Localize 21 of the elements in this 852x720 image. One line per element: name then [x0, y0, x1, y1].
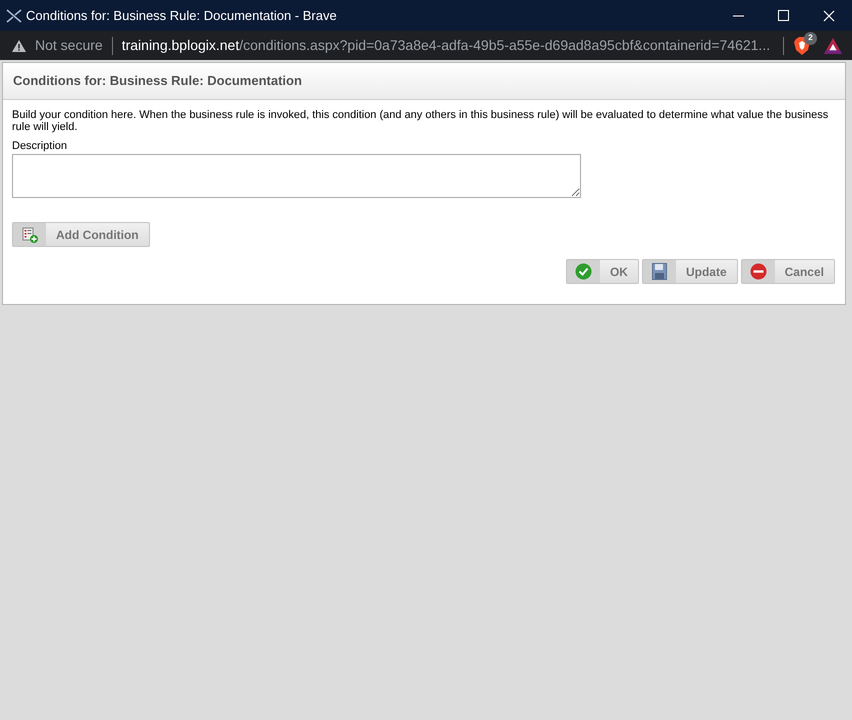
dialog-title: Conditions for: Business Rule: Documentation	[13, 72, 302, 90]
add-condition-button[interactable]: Add Condition	[12, 222, 150, 247]
warning-icon[interactable]	[12, 40, 26, 52]
cancel-button[interactable]: Cancel	[740, 259, 835, 284]
app-icon	[6, 8, 22, 22]
intro-text: Build your condition here. When the business rule is invoked, this condition (and any others in this business rule) will be evaluated to determine what value the business rule will yield.	[12, 109, 830, 133]
triangle-icon[interactable]	[824, 38, 842, 54]
ok-button[interactable]: OK	[566, 259, 639, 284]
description-field[interactable]	[12, 154, 581, 198]
field-label: Description	[12, 139, 68, 153]
minimize-icon[interactable]	[733, 14, 745, 16]
list-add-icon	[22, 226, 38, 242]
url-text[interactable]: training.bplogix.net/conditions.aspx?pid=0a73a8e4-adfa-49b5-a55e-d69ad8a95cbf&containerid=74621...	[122, 35, 770, 56]
update-button[interactable]: Update	[642, 259, 738, 284]
check-icon	[574, 263, 592, 280]
security-label[interactable]: Not secure	[35, 35, 103, 56]
close-icon[interactable]	[823, 10, 835, 22]
maximize-icon[interactable]	[778, 10, 789, 21]
count-badge: 2	[804, 32, 817, 44]
no-entry-icon	[750, 263, 767, 280]
window-title: Conditions for: Business Rule: Documentation - Brave	[26, 6, 337, 25]
